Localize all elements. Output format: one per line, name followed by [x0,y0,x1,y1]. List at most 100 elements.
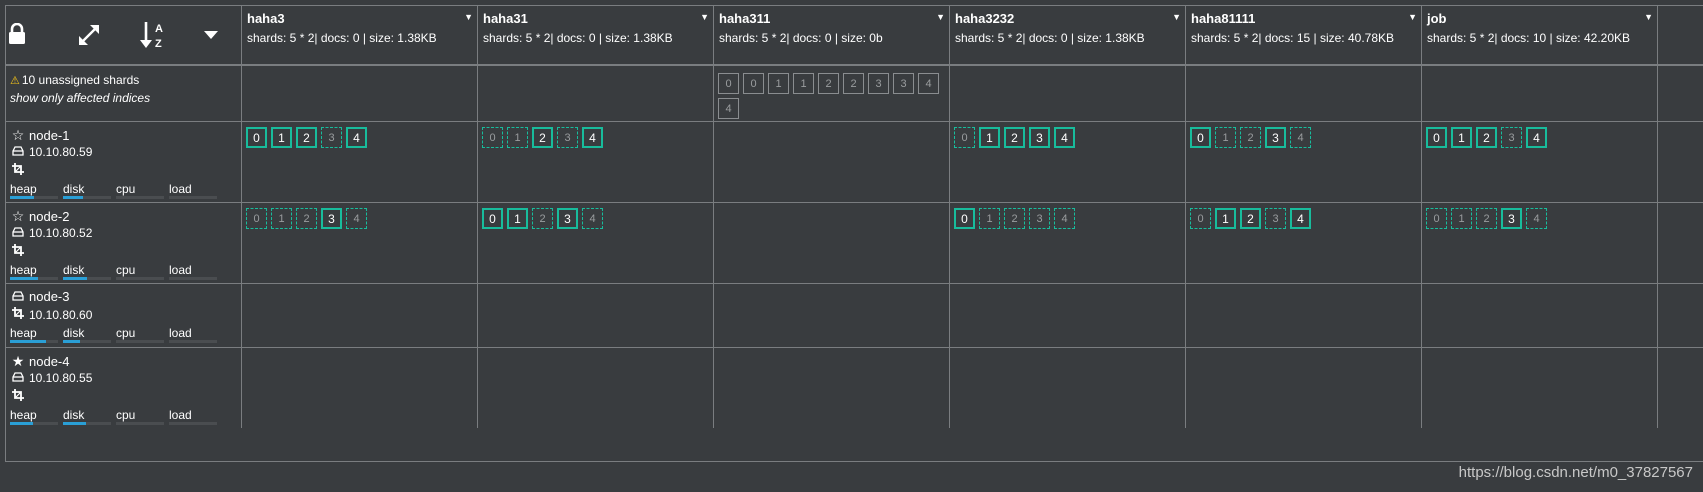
replica-shard[interactable]: 2 [532,208,553,229]
primary-shard[interactable]: 0 [1190,127,1211,148]
replica-shard[interactable]: 3 [557,127,578,148]
replica-shard[interactable]: 1 [271,208,292,229]
node-info-cell: ☆ node-2 10.10.80.52 heap disk cpu load [6,203,242,283]
expand-icon[interactable] [76,22,102,48]
index-menu-caret-icon[interactable]: ▼ [1172,12,1181,22]
replica-shard[interactable]: 3 [1265,208,1286,229]
primary-shard[interactable]: 1 [979,127,1000,148]
unassigned-shard[interactable]: 4 [718,98,739,119]
replica-shard[interactable]: 4 [1290,127,1311,148]
index-name[interactable]: haha311 [719,11,770,26]
primary-shard[interactable]: 0 [954,208,975,229]
primary-shard[interactable]: 4 [1290,208,1311,229]
primary-shard[interactable]: 1 [507,208,528,229]
replica-shard[interactable]: 1 [1215,127,1236,148]
replica-shard[interactable]: 4 [346,208,367,229]
unassigned-shard[interactable]: 0 [718,73,739,94]
primary-shard[interactable]: 2 [1476,127,1497,148]
replica-shard[interactable]: 1 [979,208,1000,229]
primary-shard[interactable]: 0 [246,127,267,148]
node-name[interactable]: node-1 [29,128,69,143]
node-name-line: ☆ node-2 [11,208,70,225]
metric-bar-fill [63,422,87,425]
primary-shard[interactable]: 0 [1426,127,1447,148]
replica-shard[interactable]: 4 [582,208,603,229]
index-menu-caret-icon[interactable]: ▼ [1408,12,1417,22]
controls-cell: A Z [6,6,242,64]
primary-shard[interactable]: 3 [321,208,342,229]
show-affected-indices-link[interactable]: show only affected indices [10,91,150,105]
node-index-cell [242,348,478,428]
unassigned-shard[interactable]: 3 [893,73,914,94]
primary-shard[interactable]: 2 [1240,208,1261,229]
replica-shard[interactable]: 4 [1054,208,1075,229]
primary-shard[interactable]: 1 [1215,208,1236,229]
replica-shard[interactable]: 4 [1526,208,1547,229]
node-name[interactable]: node-2 [29,209,69,224]
node-index-cell [1422,348,1658,428]
index-menu-caret-icon[interactable]: ▼ [936,12,945,22]
replica-shard[interactable]: 0 [1426,208,1447,229]
index-name[interactable]: haha3 [247,11,285,26]
replica-shard[interactable]: 3 [1029,208,1050,229]
primary-shard[interactable]: 4 [582,127,603,148]
replica-shard[interactable]: 1 [507,127,528,148]
metric-label: disk [63,263,85,277]
primary-shard[interactable]: 4 [346,127,367,148]
primary-shard[interactable]: 3 [1501,208,1522,229]
metric-bar [169,340,217,343]
unassigned-shard[interactable]: 2 [843,73,864,94]
primary-shard[interactable]: 2 [532,127,553,148]
node-name[interactable]: node-3 [29,289,69,304]
index-name[interactable]: haha3232 [955,11,1014,26]
index-menu-caret-icon[interactable]: ▼ [1644,12,1653,22]
replica-shard[interactable]: 2 [1476,208,1497,229]
replica-shard[interactable]: 0 [482,127,503,148]
lock-icon[interactable] [8,22,26,46]
unassigned-shard[interactable]: 2 [818,73,839,94]
primary-shard[interactable]: 0 [482,208,503,229]
sort-alpha-icon[interactable]: A Z [140,20,168,50]
replica-shard[interactable]: 2 [1004,208,1025,229]
unassigned-shard[interactable]: 3 [868,73,889,94]
index-menu-caret-icon[interactable]: ▼ [464,12,473,22]
replica-shard[interactable]: 3 [1501,127,1522,148]
metric-label: heap [10,326,37,340]
primary-shard[interactable]: 2 [296,127,317,148]
shard-list: 01234 [482,208,603,229]
replica-shard[interactable]: 1 [1451,208,1472,229]
index-name[interactable]: haha81111 [1191,11,1255,26]
replica-shard[interactable]: 2 [296,208,317,229]
watermark-text: https://blog.csdn.net/m0_37827567 [1458,464,1693,481]
metric-bar-fill [10,277,38,280]
caret-down-icon[interactable] [202,28,220,42]
index-name[interactable]: haha31 [483,11,528,26]
unassigned-shard[interactable]: 4 [918,73,939,94]
node-ip-line: 10.10.80.59 [11,145,92,159]
metric-bar [63,422,111,425]
replica-shard[interactable]: 2 [1240,127,1261,148]
unassigned-shard[interactable]: 1 [793,73,814,94]
primary-shard[interactable]: 1 [1451,127,1472,148]
primary-shard[interactable]: 4 [1054,127,1075,148]
index-menu-caret-icon[interactable]: ▼ [700,12,709,22]
replica-shard[interactable]: 0 [1190,208,1211,229]
unassigned-shard[interactable]: 0 [743,73,764,94]
node-name[interactable]: node-4 [29,354,69,369]
primary-shard[interactable]: 1 [271,127,292,148]
unassigned-shard[interactable]: 1 [768,73,789,94]
primary-shard[interactable]: 3 [1265,127,1286,148]
replica-shard[interactable]: 0 [246,208,267,229]
shard-list: 01234 [954,208,1075,229]
replica-shard[interactable]: 0 [954,127,975,148]
primary-shard[interactable]: 3 [1029,127,1050,148]
primary-shard[interactable]: 4 [1526,127,1547,148]
primary-shard[interactable]: 2 [1004,127,1025,148]
node-crop-line [11,389,29,404]
replica-shard[interactable]: 3 [321,127,342,148]
metric-label: load [169,263,192,277]
metric-bar [63,196,111,199]
index-name[interactable]: job [1427,11,1447,26]
unassigned-cell [950,66,1186,121]
primary-shard[interactable]: 3 [557,208,578,229]
